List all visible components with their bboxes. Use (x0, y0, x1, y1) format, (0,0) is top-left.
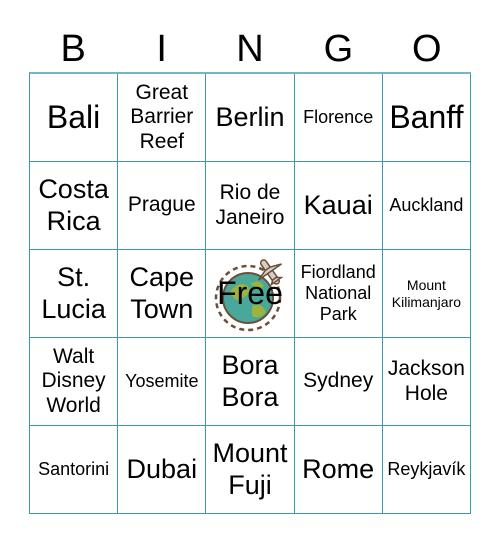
bingo-cell-label: Jackson Hole (387, 357, 465, 405)
bingo-cell-label: Rome (302, 453, 375, 484)
bingo-cell[interactable]: Auckland (382, 162, 471, 250)
bingo-cell-label: Walt Disney World (41, 345, 106, 417)
bingo-cell-label: Yosemite (125, 371, 199, 392)
bingo-cell[interactable]: Banff (382, 74, 471, 162)
bingo-cell-label: St. Lucia (41, 262, 106, 324)
bingo-cell[interactable]: Mount Fuji (206, 426, 295, 514)
bingo-cell[interactable]: Cape Town (118, 250, 207, 338)
free-space-label: Free (217, 275, 283, 312)
bingo-cell[interactable]: Rio de Janeiro (206, 162, 295, 250)
bingo-cell[interactable]: Dubai (118, 426, 207, 514)
bingo-cell[interactable]: Reykjavík (382, 426, 471, 514)
header-letter-i: I (156, 28, 167, 70)
bingo-cell[interactable]: Great Barrier Reef (118, 74, 207, 162)
bingo-header: B I N G O (29, 26, 471, 72)
bingo-cell[interactable]: Berlin (206, 74, 295, 162)
bingo-cell-label: Auckland (389, 195, 464, 216)
bingo-cell[interactable]: Bora Bora (206, 338, 295, 426)
bingo-cell[interactable]: Sydney (294, 338, 383, 426)
bingo-cell-label: Reykjavík (387, 459, 466, 480)
bingo-cell-label: Rio de Janeiro (215, 181, 285, 229)
bingo-cell[interactable]: Rome (294, 426, 383, 514)
header-letter-o: O (412, 28, 442, 70)
bingo-cell-label: Florence (303, 107, 374, 128)
bingo-cell[interactable]: Yosemite (118, 338, 207, 426)
bingo-card-grid: Bali Great Barrier Reef Berlin Florence Banf… (29, 72, 471, 514)
bingo-cell-label: Great Barrier Reef (130, 81, 194, 153)
bingo-cell-label: Fiordland National Park (300, 262, 376, 324)
bingo-cell[interactable]: St. Lucia (30, 250, 119, 338)
bingo-cell[interactable]: Jackson Hole (382, 338, 471, 426)
bingo-cell-free[interactable]: Free (206, 250, 295, 338)
bingo-cell-label: Berlin (215, 101, 285, 132)
bingo-cell[interactable]: Florence (294, 74, 383, 162)
bingo-cell[interactable]: Walt Disney World (30, 338, 119, 426)
bingo-cell-label: Banff (389, 99, 464, 136)
bingo-cell-label: Kauai (303, 189, 373, 220)
bingo-cell-label: Mount Kilimanjaro (391, 277, 462, 310)
bingo-cell-label: Bora Bora (221, 350, 279, 412)
bingo-cell[interactable]: Santorini (30, 426, 119, 514)
bingo-cell[interactable]: Kauai (294, 162, 383, 250)
bingo-cell[interactable]: Prague (118, 162, 207, 250)
bingo-cell[interactable]: Costa Rica (30, 162, 119, 250)
header-letter-n: N (236, 28, 264, 70)
bingo-cell-label: Santorini (38, 459, 110, 480)
bingo-cell[interactable]: Bali (30, 74, 119, 162)
bingo-cell-label: Bali (46, 99, 101, 136)
header-letter-b: B (60, 28, 86, 70)
bingo-cell-label: Dubai (126, 453, 198, 484)
bingo-cell-label: Sydney (303, 369, 374, 393)
bingo-cell-label: Prague (127, 193, 196, 217)
bingo-cell[interactable]: Mount Kilimanjaro (382, 250, 471, 338)
bingo-cell-label: Mount Fuji (212, 438, 288, 500)
header-letter-g: G (323, 28, 354, 70)
bingo-cell-label: Costa Rica (38, 174, 109, 236)
bingo-cell[interactable]: Fiordland National Park (294, 250, 383, 338)
bingo-cell-label: Cape Town (129, 262, 195, 324)
